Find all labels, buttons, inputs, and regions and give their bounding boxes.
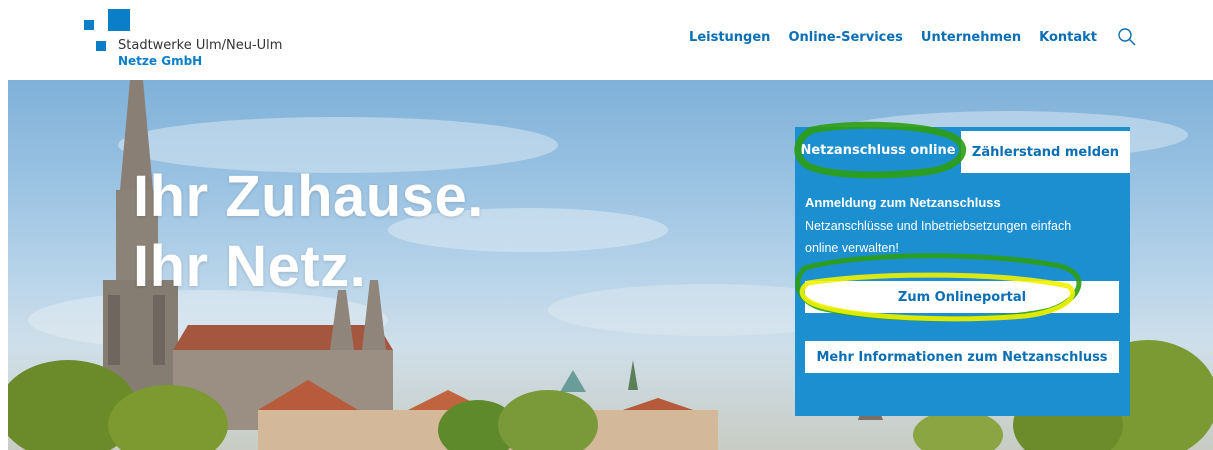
logo-company-suffix: Netze GmbH	[118, 54, 203, 68]
more-info-button[interactable]: Mehr Informationen zum Netzanschluss	[805, 341, 1119, 373]
tab-netzanschluss-online[interactable]: Netzanschluss online	[795, 127, 961, 173]
hero-headline-line2: Ihr Netz.	[133, 234, 367, 299]
nav-item-unternehmen[interactable]: Unternehmen	[921, 30, 1021, 45]
nav-item-kontakt[interactable]: Kontakt	[1039, 30, 1097, 45]
company-logo[interactable]: Stadtwerke Ulm/Neu-Ulm Netze GmbH	[84, 9, 314, 74]
onlineportal-button[interactable]: Zum Onlineportal	[805, 281, 1119, 313]
main-navigation: Leistungen Online-Services Unternehmen K…	[689, 27, 1137, 47]
nav-item-online-services[interactable]: Online-Services	[788, 30, 902, 45]
site-header: Stadtwerke Ulm/Neu-Ulm Netze GmbH Leistu…	[0, 0, 1213, 80]
panel-tabs: Netzanschluss online Zählerstand melden	[795, 127, 1130, 173]
panel-title: Anmeldung zum Netzanschluss	[805, 195, 1001, 210]
hero-headline-line1: Ihr Zuhause.	[133, 164, 484, 229]
logo-square-large	[108, 9, 130, 31]
search-icon[interactable]	[1117, 27, 1137, 47]
netzanschluss-panel: Netzanschluss online Zählerstand melden …	[795, 127, 1130, 416]
logo-square-bullet	[96, 41, 106, 51]
logo-company-name: Stadtwerke Ulm/Neu-Ulm	[118, 38, 283, 53]
nav-item-leistungen[interactable]: Leistungen	[689, 30, 770, 45]
panel-description: Netzanschlüsse und Inbetriebsetzungen ei…	[805, 219, 1072, 255]
logo-square-small	[84, 20, 94, 30]
tab-zaehlerstand-melden[interactable]: Zählerstand melden	[961, 131, 1130, 173]
